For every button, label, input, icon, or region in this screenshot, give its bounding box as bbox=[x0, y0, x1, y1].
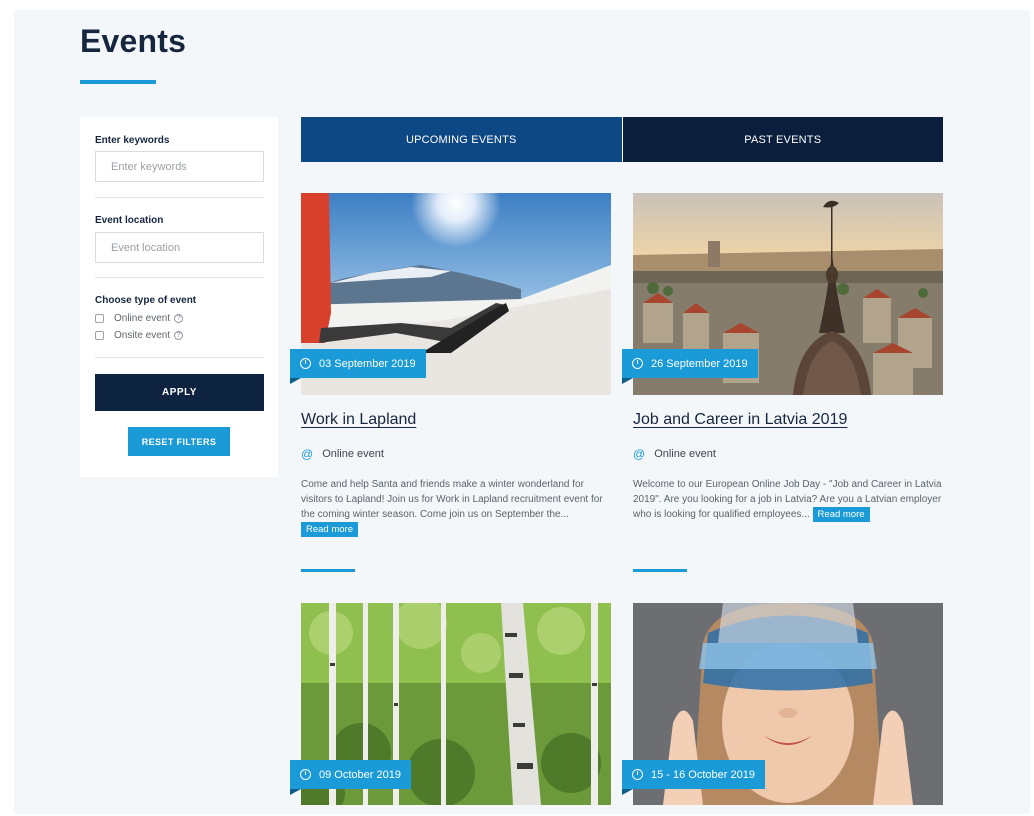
date-badge: 26 September 2019 bbox=[622, 349, 758, 384]
location-label: Event location bbox=[95, 215, 164, 226]
event-description: Welcome to our European Online Job Day -… bbox=[633, 477, 943, 522]
event-title-lapland[interactable]: Work in Lapland bbox=[301, 411, 416, 429]
date-badge: 09 October 2019 bbox=[290, 760, 411, 795]
title-underline bbox=[80, 80, 156, 84]
at-icon: @ bbox=[633, 447, 646, 461]
event-date: 03 September 2019 bbox=[319, 357, 416, 370]
divider bbox=[95, 357, 264, 358]
at-icon: @ bbox=[301, 447, 314, 461]
apply-button[interactable]: APPLY bbox=[95, 374, 264, 411]
keywords-label: Enter keywords bbox=[95, 135, 170, 146]
clock-icon bbox=[632, 769, 643, 780]
info-icon[interactable]: ? bbox=[174, 331, 184, 340]
event-tabs: UPCOMING EVENTS PAST EVENTS bbox=[301, 117, 943, 162]
page-container: Events Enter keywords Event location Cho… bbox=[14, 10, 1030, 814]
filters-panel: Enter keywords Event location Choose typ… bbox=[80, 117, 278, 477]
tab-past-events[interactable]: PAST EVENTS bbox=[622, 117, 943, 162]
page-title: Events bbox=[80, 23, 187, 59]
divider bbox=[95, 277, 264, 278]
reset-filters-button[interactable]: RESET FILTERS bbox=[128, 427, 230, 456]
onsite-event-label: Onsite event bbox=[114, 330, 171, 341]
event-type-label: Choose type of event bbox=[95, 295, 197, 306]
online-event-checkbox[interactable]: Online event ? bbox=[95, 313, 184, 324]
location-input[interactable] bbox=[95, 232, 264, 263]
onsite-event-checkbox[interactable]: Onsite event ? bbox=[95, 330, 184, 341]
event-type-label: Online event bbox=[654, 448, 716, 460]
checkbox-box[interactable] bbox=[95, 331, 104, 340]
card-divider bbox=[633, 569, 687, 572]
divider bbox=[95, 197, 264, 198]
clock-icon bbox=[300, 769, 311, 780]
read-more-button[interactable]: Read more bbox=[301, 522, 358, 537]
event-type-label: Online event bbox=[322, 448, 384, 460]
tab-upcoming-events[interactable]: UPCOMING EVENTS bbox=[301, 117, 623, 162]
clock-icon bbox=[300, 358, 311, 369]
event-description: Come and help Santa and friends make a w… bbox=[301, 477, 611, 537]
checkbox-box[interactable] bbox=[95, 314, 104, 323]
date-badge: 03 September 2019 bbox=[290, 349, 426, 384]
read-more-button[interactable]: Read more bbox=[812, 507, 870, 522]
online-event-label: Online event bbox=[114, 313, 171, 324]
clock-icon bbox=[632, 358, 643, 369]
event-type: @ Online event bbox=[301, 447, 384, 461]
event-title-latvia[interactable]: Job and Career in Latvia 2019 bbox=[633, 411, 847, 429]
event-date: 15 - 16 October 2019 bbox=[651, 768, 755, 781]
card-divider bbox=[301, 569, 355, 572]
event-date: 09 October 2019 bbox=[319, 768, 401, 781]
event-date: 26 September 2019 bbox=[651, 357, 748, 370]
keywords-input[interactable] bbox=[95, 151, 264, 182]
event-type: @ Online event bbox=[633, 447, 716, 461]
event-description-text: Welcome to our European Online Job Day -… bbox=[633, 479, 942, 520]
date-badge: 15 - 16 October 2019 bbox=[622, 760, 765, 795]
event-description-text: Come and help Santa and friends make a w… bbox=[301, 479, 603, 520]
info-icon[interactable]: ? bbox=[174, 314, 184, 323]
